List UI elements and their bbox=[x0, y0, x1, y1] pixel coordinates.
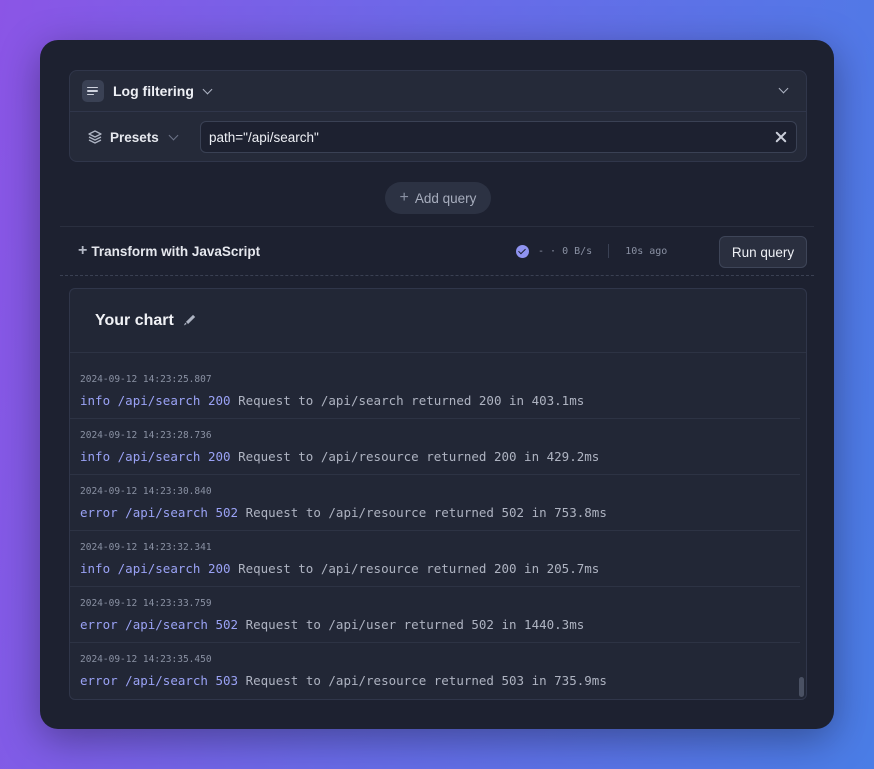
log-line: info /api/search 200 Request to /api/res… bbox=[80, 449, 800, 464]
log-path: /api/search bbox=[125, 505, 208, 520]
log-row[interactable]: 2024-09-12 14:23:35.450 error /api/searc… bbox=[70, 643, 800, 699]
log-path: /api/search bbox=[118, 393, 201, 408]
collapse-chevron-icon[interactable] bbox=[779, 84, 789, 94]
presets-dropdown[interactable]: Presets bbox=[88, 130, 200, 145]
log-path: /api/search bbox=[118, 449, 201, 464]
chart-header: Your chart bbox=[70, 289, 806, 353]
log-level: info bbox=[80, 561, 110, 576]
log-message: Request to /api/resource returned 503 in… bbox=[246, 673, 607, 688]
log-timestamp: 2024-09-12 14:23:28.736 bbox=[80, 419, 800, 441]
log-timestamp: 2024-09-12 14:23:33.759 bbox=[80, 587, 800, 609]
log-message: Request to /api/resource returned 200 in… bbox=[238, 561, 599, 576]
scrollbar[interactable] bbox=[799, 677, 804, 697]
chart-title: Your chart bbox=[95, 312, 174, 330]
query-toolbar: + Transform with JavaScript - · 0 B/s 10… bbox=[60, 226, 814, 276]
log-message: Request to /api/resource returned 502 in… bbox=[246, 505, 607, 520]
filter-input[interactable] bbox=[209, 130, 774, 145]
chevron-down-icon bbox=[168, 130, 178, 140]
log-level: error bbox=[80, 505, 118, 520]
log-timestamp: 2024-09-12 14:23:32.341 bbox=[80, 531, 800, 553]
lines-icon bbox=[82, 80, 104, 102]
pencil-icon[interactable] bbox=[182, 313, 198, 329]
log-line: error /api/search 502 Request to /api/us… bbox=[80, 617, 800, 632]
log-list: 2024-09-12 14:23:25.807 info /api/search… bbox=[70, 363, 800, 699]
log-line: error /api/search 502 Request to /api/re… bbox=[80, 505, 800, 520]
log-line: info /api/search 200 Request to /api/sea… bbox=[80, 393, 800, 408]
log-code: 200 bbox=[208, 449, 231, 464]
log-row[interactable]: 2024-09-12 14:23:32.341 info /api/search… bbox=[70, 531, 800, 587]
log-path: /api/search bbox=[125, 617, 208, 632]
transform-button[interactable]: + Transform with JavaScript bbox=[78, 243, 260, 259]
log-level: error bbox=[80, 617, 118, 632]
divider bbox=[608, 244, 609, 258]
throughput-text: - · 0 B/s bbox=[538, 246, 592, 257]
query-card: Log filtering Presets bbox=[69, 70, 807, 162]
log-line: error /api/search 503 Request to /api/re… bbox=[80, 673, 800, 688]
add-query-button[interactable]: + Add query bbox=[385, 182, 491, 214]
close-icon[interactable] bbox=[774, 130, 788, 144]
query-body: Presets bbox=[70, 112, 806, 162]
plus-icon: + bbox=[78, 243, 87, 259]
log-row[interactable]: 2024-09-12 14:23:30.840 error /api/searc… bbox=[70, 475, 800, 531]
add-query-label: Add query bbox=[415, 191, 477, 206]
query-window: Log filtering Presets + Add query bbox=[40, 40, 834, 729]
query-header[interactable]: Log filtering bbox=[70, 71, 806, 112]
log-level: info bbox=[80, 449, 110, 464]
layers-icon bbox=[88, 130, 102, 144]
log-message: Request to /api/resource returned 200 in… bbox=[238, 449, 599, 464]
log-timestamp: 2024-09-12 14:23:35.450 bbox=[80, 643, 800, 665]
log-timestamp: 2024-09-12 14:23:25.807 bbox=[80, 363, 800, 385]
log-code: 503 bbox=[216, 673, 239, 688]
log-code: 200 bbox=[208, 393, 231, 408]
presets-label: Presets bbox=[110, 130, 159, 145]
log-level: info bbox=[80, 393, 110, 408]
filter-field[interactable] bbox=[200, 121, 797, 153]
log-timestamp: 2024-09-12 14:23:30.840 bbox=[80, 475, 800, 497]
query-status: - · 0 B/s 10s ago bbox=[516, 244, 667, 258]
query-title[interactable]: Log filtering bbox=[113, 83, 194, 99]
log-code: 502 bbox=[216, 505, 239, 520]
log-code: 502 bbox=[216, 617, 239, 632]
log-message: Request to /api/search returned 200 in 4… bbox=[238, 393, 584, 408]
chevron-down-icon[interactable] bbox=[202, 84, 212, 94]
run-query-button[interactable]: Run query bbox=[719, 236, 807, 268]
check-circle-icon bbox=[516, 245, 529, 258]
log-path: /api/search bbox=[125, 673, 208, 688]
updated-text: 10s ago bbox=[625, 246, 667, 257]
log-code: 200 bbox=[208, 561, 231, 576]
log-path: /api/search bbox=[118, 561, 201, 576]
log-row[interactable]: 2024-09-12 14:23:25.807 info /api/search… bbox=[70, 363, 800, 419]
log-line: info /api/search 200 Request to /api/res… bbox=[80, 561, 800, 576]
log-row[interactable]: 2024-09-12 14:23:28.736 info /api/search… bbox=[70, 419, 800, 475]
chart-panel: Your chart 2024-09-12 14:23:25.807 info … bbox=[69, 288, 807, 700]
plus-icon: + bbox=[400, 190, 409, 206]
transform-label: Transform with JavaScript bbox=[91, 244, 260, 259]
log-row[interactable]: 2024-09-12 14:23:33.759 error /api/searc… bbox=[70, 587, 800, 643]
log-message: Request to /api/user returned 502 in 144… bbox=[246, 617, 585, 632]
log-level: error bbox=[80, 673, 118, 688]
